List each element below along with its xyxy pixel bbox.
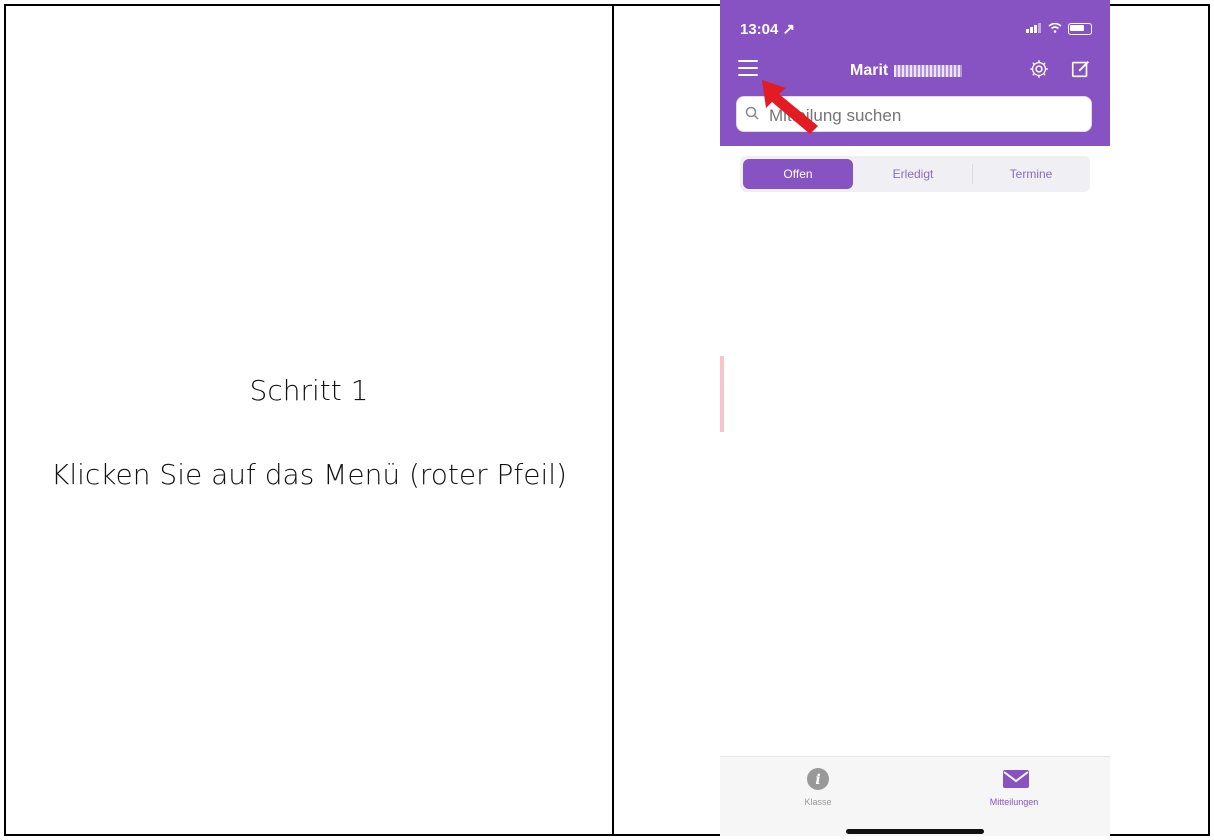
status-time: 13:04 ↗ (740, 21, 796, 38)
svg-text:i: i (815, 772, 820, 788)
nav-label-klasse: Klasse (804, 797, 832, 807)
header-title-text: Marit (850, 62, 889, 79)
gear-icon[interactable] (1028, 58, 1050, 80)
mail-icon (1002, 767, 1029, 791)
table-divider (612, 6, 614, 834)
nav-mitteilungen[interactable]: Mitteilungen (954, 767, 1074, 807)
header-title: Marit (850, 62, 963, 80)
step-title: Schritt 1 (249, 374, 369, 407)
pink-edge-mark (720, 356, 724, 432)
segment-control: Offen Erledigt Termine (740, 156, 1090, 192)
instruction-cell: Schritt 1 Klicken Sie auf das Menü (rote… (6, 6, 612, 834)
compose-icon[interactable] (1070, 58, 1092, 80)
phone-screenshot: 13:04 ↗ Marit O (720, 0, 1110, 836)
tab-termine[interactable]: Termine (976, 159, 1086, 189)
step-text: Klicken Sie auf das Menü (roter Pfeil) (51, 458, 567, 491)
tab-divider (972, 164, 973, 184)
tab-offen[interactable]: Offen (743, 159, 853, 189)
status-icons (1026, 22, 1092, 36)
home-indicator (846, 829, 984, 834)
wifi-icon (1048, 22, 1062, 36)
red-arrow-icon (762, 80, 818, 134)
menu-icon[interactable] (738, 60, 758, 78)
bottom-tab-bar: i Klasse Mitteilungen (720, 756, 1110, 836)
battery-icon (1068, 23, 1092, 35)
tab-erledigt[interactable]: Erledigt (858, 159, 968, 189)
nav-klasse[interactable]: i Klasse (758, 767, 878, 807)
blurred-name (894, 64, 963, 77)
nav-label-mitteilungen: Mitteilungen (989, 797, 1039, 807)
info-icon: i (806, 767, 830, 791)
signal-icon (1026, 22, 1042, 36)
